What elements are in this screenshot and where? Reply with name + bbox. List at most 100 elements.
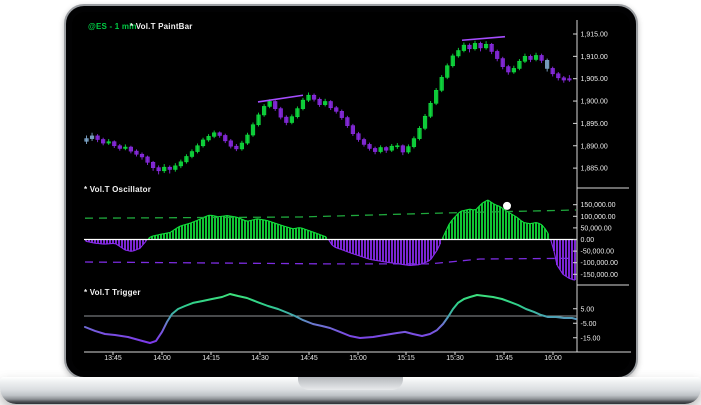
oscillator-axis-label: -50,000.00 [581,249,615,256]
candle-body [407,147,411,152]
candle-body [112,142,116,146]
time-axis-label: 15:15 [397,355,415,362]
candle-body [101,139,105,143]
candle-body [257,115,261,125]
axes-layer [84,20,631,352]
oscillator-envelope [131,251,134,252]
candle-body [351,126,355,134]
candle-body [162,167,166,171]
trigger-pane-label[interactable]: * Vol.T Trigger [84,288,141,297]
lower-threshold-dashed-line [85,258,576,264]
price-axis-label: 1,895.00 [581,121,608,128]
candle-body [329,101,333,107]
candle-body [568,79,572,80]
time-axis-label: 15:30 [446,355,464,362]
candle-body [185,156,189,161]
oscillator-envelope [212,215,215,216]
candle-body [412,139,416,147]
candle-body [540,55,544,60]
candle-body [440,77,444,90]
candle-body [201,140,205,146]
oscillator-envelope [296,228,299,229]
candle-body [218,133,222,136]
candle-body [262,106,266,114]
candle-body [379,148,383,152]
candle-body [334,108,338,112]
candle-body [179,162,183,166]
candle-body [445,66,449,78]
candle-body [357,134,361,140]
candle-body [323,101,327,104]
trigger-axis-label: -5.00 [581,321,597,328]
candle-body [518,61,522,68]
oscillator-axis-label: -100,000.00 [581,260,618,267]
oscillator-envelope [215,216,218,217]
oscillator-envelope [92,243,95,244]
paintbar-indicator-label[interactable]: * Vol.T PaintBar [130,22,193,31]
candle-body [484,44,488,48]
candle-body [340,111,344,117]
candle-body [556,74,560,78]
candle-body [235,146,239,149]
chart-canvas[interactable]: 1,915.001,910.001,905.001,900.001,895.00… [0,0,701,405]
time-axis-label: 15:00 [349,355,367,362]
candle-body [129,147,133,151]
candle-body [401,146,405,152]
time-axis-label: 14:30 [251,355,269,362]
candle-body [90,136,94,139]
oscillator-envelope [254,219,257,220]
candle-body [434,90,438,103]
oscillator-envelope [299,228,302,229]
candle-body [240,143,244,149]
oscillator-envelope [572,279,575,280]
candle-body [462,45,466,50]
time-axis-label: 14:00 [153,355,171,362]
candle-body [501,59,505,67]
oscillator-envelope [533,223,536,224]
laptop-mockup: 1,915.001,910.001,905.001,900.001,895.00… [0,0,701,405]
oscillator-envelope [128,251,131,252]
axis-labels-layer: 1,915.001,910.001,905.001,900.001,895.00… [104,32,618,363]
candle-body [529,56,533,59]
candle-body [135,151,139,154]
trigger-line [85,294,576,343]
oscillator-pane-label[interactable]: * Vol.T Oscillator [84,185,151,194]
oscillator-envelope [527,223,530,224]
candle-body [151,162,155,167]
candle-body [373,148,377,151]
candle-body [473,43,477,48]
trigger-axis-label: -15.00 [581,335,601,342]
oscillator-envelope [158,234,161,235]
candle-body [279,109,283,117]
time-axis-label: 14:15 [202,355,220,362]
oscillator-envelope [152,236,155,237]
oscillator-axis-label: 100,000.00 [581,214,616,221]
candle-body [384,148,388,151]
candle-body [490,44,494,51]
candle-body [212,133,216,137]
oscillator-envelope [464,210,467,211]
oscillator-envelope [467,209,470,210]
candle-body [107,142,111,143]
candle-body [418,128,422,138]
candle-body [468,45,472,49]
oscillator-envelope [248,220,251,221]
oscillator-envelope [164,233,167,234]
oscillator-axis-label: 150,000.00 [581,202,616,209]
candle-body [124,147,128,148]
oscillator-envelope [251,220,254,221]
candle-body [301,100,305,108]
oscillator-pane-layer [84,200,577,280]
candle-body [523,56,527,61]
candle-body [290,117,294,123]
candle-body [479,43,483,47]
candle-body [223,135,227,140]
candle-body [312,95,316,99]
signal-marker-dot [503,202,511,210]
candle-body [118,146,122,149]
time-axis-label: 13:45 [104,355,122,362]
candle-body [168,167,172,169]
price-pane-layer [85,37,571,175]
candle-body [562,78,566,80]
candle-body [207,136,211,140]
